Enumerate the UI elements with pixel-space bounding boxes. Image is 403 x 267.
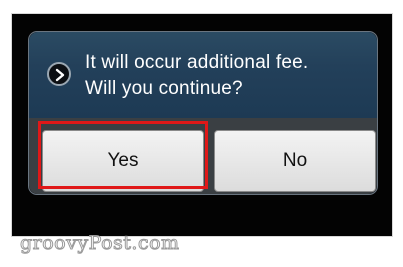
dialog-message-line-2: Will you continue?: [85, 78, 243, 99]
watermark: groovyPost.com: [20, 232, 180, 255]
dialog-message-line-1: It will occur additional fee.: [85, 52, 309, 73]
no-button[interactable]: No: [214, 130, 376, 192]
chevron-right-icon: [47, 62, 71, 86]
dialog-header: It will occur additional fee. Will you c…: [29, 32, 377, 118]
yes-button-highlight: [38, 121, 208, 189]
dialog-message: It will occur additional fee. Will you c…: [85, 50, 375, 102]
